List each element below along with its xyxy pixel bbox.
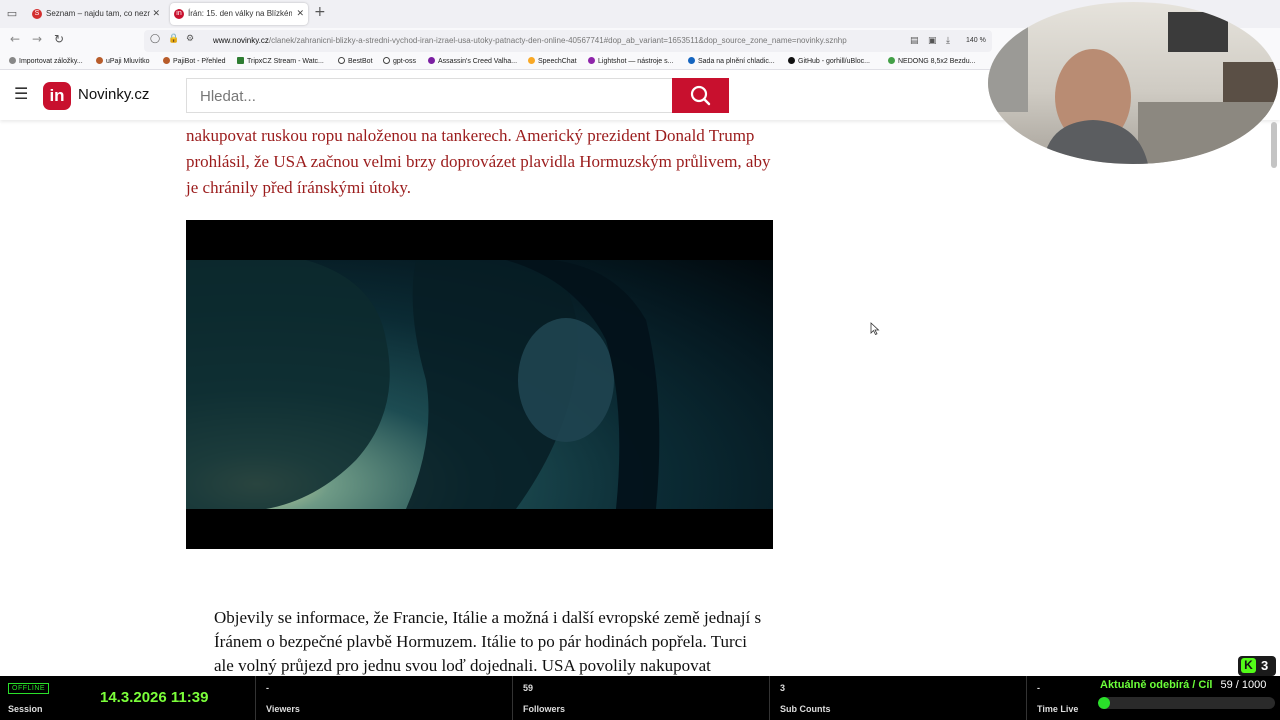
video-scene xyxy=(186,258,660,509)
timelive-value: - xyxy=(1037,683,1040,693)
subs-section: 3 Sub Counts xyxy=(769,676,1026,720)
new-tab-icon[interactable]: + xyxy=(314,4,326,20)
sub-goal-progress-fill xyxy=(1098,697,1110,709)
sub-goal-label: Aktuálně odebírá / Cíl 59 / 1000 xyxy=(1100,679,1267,691)
lock-icon[interactable]: 🔒 xyxy=(168,34,179,44)
sub-goal-value: 59 / 1000 xyxy=(1220,679,1267,691)
bookmark-item[interactable]: PajiBot - Přehled xyxy=(163,57,226,65)
novinky-favicon-icon: in xyxy=(174,9,184,19)
status-badge: OFFLINE xyxy=(8,683,50,694)
tab-novinky[interactable]: in Írán: 15. den války na Blízkém východ… xyxy=(170,3,308,25)
kick-viewer-badge: K 3 xyxy=(1238,656,1276,676)
mouse-cursor-icon xyxy=(870,322,880,336)
bookmark-item[interactable]: BestBot xyxy=(338,57,373,65)
download-icon[interactable]: ⤓ xyxy=(946,36,950,46)
bookmark-item[interactable]: Importovat záložky... xyxy=(9,57,83,65)
session-label: Session xyxy=(8,704,43,714)
session-datetime: 14.3.2026 11:39 xyxy=(100,689,209,706)
tab-seznam[interactable]: S Seznam – najdu tam, co neznám ✕ xyxy=(28,3,164,25)
timelive-label: Time Live xyxy=(1037,704,1079,714)
search-icon xyxy=(690,85,711,106)
article-video[interactable] xyxy=(186,220,773,549)
webcam-scene xyxy=(988,12,1278,164)
bookmark-item[interactable]: NEDONG 8,5x2 Bezdu... xyxy=(888,57,975,65)
bookmark-item[interactable]: TripxCZ Stream - Watc... xyxy=(237,57,324,65)
article-paragraph: Objevily se informace, že Francie, Itáli… xyxy=(214,608,762,675)
reload-icon[interactable]: ↻ xyxy=(54,32,64,46)
seznam-favicon-icon: S xyxy=(32,9,42,19)
bookmark-item[interactable]: Lightshot — nástroje s... xyxy=(588,57,673,65)
viewers-label: Viewers xyxy=(266,704,300,714)
subs-label: Sub Counts xyxy=(780,704,831,714)
stream-stats-bar: OFFLINE Session 14.3.2026 11:39 - Viewer… xyxy=(0,676,1280,720)
bookmark-item[interactable]: Sada na plnění chladic... xyxy=(688,57,775,65)
tab-list-icon[interactable]: ▭ xyxy=(4,6,20,22)
reader-view-icon[interactable]: ▤ xyxy=(910,36,919,46)
search-button[interactable] xyxy=(672,78,729,113)
scrollbar-thumb[interactable] xyxy=(1271,122,1277,168)
url-path: /clanek/zahranicni-blizky-a-stredni-vych… xyxy=(268,36,847,45)
url-host: www.novinky.cz xyxy=(213,36,269,45)
viewers-section: - Viewers xyxy=(255,676,512,720)
url-text[interactable]: www.novinky.cz/clanek/zahranicni-blizky-… xyxy=(213,36,847,45)
bookmark-item[interactable]: GitHub - gorhill/uBloc... xyxy=(788,57,870,65)
novinky-logo-icon[interactable]: in xyxy=(43,82,71,110)
close-tab-icon[interactable]: ✕ xyxy=(152,3,160,25)
search-input[interactable]: Hledat... xyxy=(186,78,672,113)
tab-title: Írán: 15. den války na Blízkém východě xyxy=(188,9,292,18)
forward-icon[interactable]: → xyxy=(32,32,42,46)
hamburger-menu-icon[interactable]: ☰ xyxy=(14,84,28,103)
tab-title: Seznam – najdu tam, co neznám xyxy=(46,9,150,18)
subs-value: 3 xyxy=(780,683,786,693)
article-lead: nakupovat ruskou ropu naloženou na tanke… xyxy=(186,126,771,197)
address-bar[interactable]: ◯ 🔒 ⚙ www.novinky.cz/clanek/zahranicni-b… xyxy=(144,30,992,52)
zoom-level[interactable]: 140 % xyxy=(966,37,986,44)
followers-section: 59 Followers xyxy=(512,676,769,720)
screenshot-icon[interactable]: ▣ xyxy=(928,36,937,46)
bookmark-item[interactable]: SpeechChat xyxy=(528,57,577,65)
site-logo-text[interactable]: Novinky.cz xyxy=(78,86,149,103)
bookmark-item[interactable]: Assassin's Creed Valha... xyxy=(428,57,517,65)
back-icon[interactable]: ← xyxy=(10,32,20,46)
video-frame xyxy=(186,258,773,509)
viewers-value: - xyxy=(266,683,269,693)
webcam-overlay xyxy=(988,2,1278,164)
shield-icon[interactable]: ◯ xyxy=(150,34,160,44)
bookmark-item[interactable]: gpt-oss xyxy=(383,57,416,65)
page-scrollbar[interactable] xyxy=(1268,120,1280,676)
kick-count: 3 xyxy=(1261,658,1269,673)
followers-label: Followers xyxy=(523,704,566,714)
close-tab-icon[interactable]: ✕ xyxy=(296,3,304,25)
bookmark-item[interactable]: uPaji Mluvítko xyxy=(96,57,150,65)
sub-goal-progress xyxy=(1098,697,1275,709)
followers-value: 59 xyxy=(523,683,534,693)
kick-logo-icon: K xyxy=(1241,658,1256,673)
permissions-icon[interactable]: ⚙ xyxy=(186,34,194,44)
